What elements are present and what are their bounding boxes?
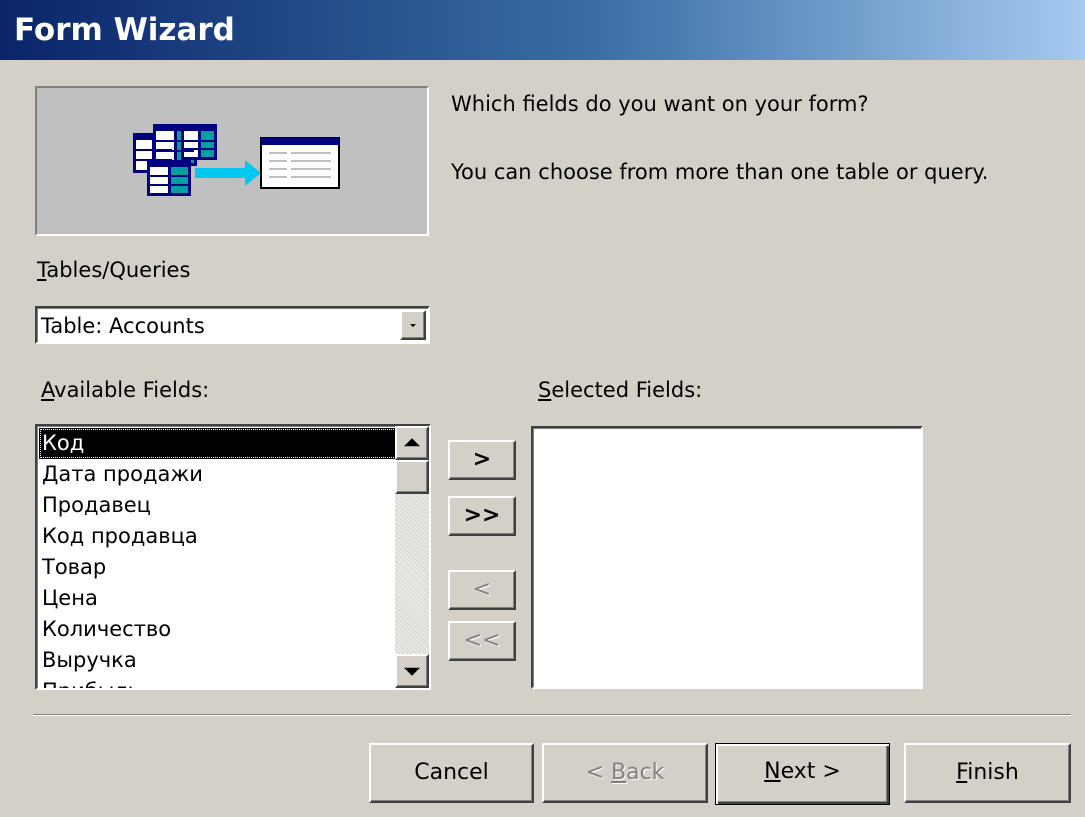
form-illustration-icon — [260, 137, 340, 189]
add-all-fields-button[interactable]: >> — [448, 496, 516, 536]
available-fields-hotkey: A — [41, 378, 55, 402]
list-item[interactable]: Дата продажи — [39, 459, 397, 490]
scroll-up-button[interactable] — [395, 426, 429, 460]
available-fields-scrollbar[interactable] — [395, 426, 429, 688]
selected-fields-label: Selected Fields: — [538, 378, 702, 402]
tables-queries-label: Tables/Queries — [37, 258, 190, 282]
next-button[interactable]: Next > — [715, 743, 890, 805]
available-fields-label: Available Fields: — [41, 378, 209, 402]
list-item[interactable]: Код — [39, 428, 397, 459]
footer-divider — [33, 714, 1071, 716]
selected-fields-label-text: elected Fields: — [551, 378, 703, 402]
tables-queries-label-text: ables/Queries — [46, 258, 191, 282]
tables-to-form-illustration-icon — [133, 124, 340, 196]
arrow-right-icon — [195, 160, 261, 186]
finish-button-hotkey: F — [956, 760, 968, 785]
finish-button[interactable]: Finish — [904, 743, 1071, 803]
prompt-hint: You can choose from more than one table … — [451, 160, 989, 184]
back-button-label: ack — [626, 760, 665, 785]
list-item[interactable]: Продавец — [39, 490, 397, 521]
remove-field-button[interactable]: < — [448, 570, 516, 610]
prompt-question: Which fields do you want on your form? — [451, 92, 869, 116]
tables-illustration-icon — [133, 124, 217, 196]
available-fields-list[interactable]: Код Дата продажи Продавец Код продавца Т… — [35, 424, 431, 690]
finish-button-label: inish — [967, 760, 1019, 785]
scroll-down-icon — [404, 667, 420, 676]
list-item[interactable]: Количество — [39, 614, 397, 645]
back-button-prefix: < — [585, 760, 611, 785]
selected-fields-hotkey: S — [538, 378, 552, 402]
next-button-label: ext > — [780, 759, 841, 784]
list-item[interactable]: Цена — [39, 583, 397, 614]
back-button[interactable]: < Back — [542, 743, 708, 803]
wizard-illustration — [35, 86, 429, 236]
remove-all-fields-button[interactable]: << — [448, 621, 516, 661]
list-item[interactable]: Выручка — [39, 645, 397, 676]
selected-fields-list[interactable] — [531, 426, 923, 689]
window-title: Form Wizard — [14, 12, 235, 48]
scroll-thumb[interactable] — [395, 460, 429, 494]
list-item[interactable]: Товар — [39, 552, 397, 583]
scroll-down-button[interactable] — [395, 654, 429, 688]
next-button-hotkey: N — [764, 759, 781, 784]
tables-queries-select[interactable]: Table: Accounts — [35, 306, 430, 344]
dropdown-arrow-icon — [410, 324, 416, 328]
tables-queries-hotkey: T — [37, 258, 47, 282]
list-item[interactable]: Прибыль — [39, 676, 397, 688]
back-button-hotkey: B — [611, 760, 627, 785]
scroll-up-icon — [404, 438, 420, 447]
cancel-button[interactable]: Cancel — [369, 743, 534, 803]
title-bar: Form Wizard — [0, 0, 1085, 60]
add-field-button[interactable]: > — [448, 440, 516, 480]
list-item[interactable]: Код продавца — [39, 521, 397, 552]
tables-queries-value: Table: Accounts — [41, 314, 205, 338]
available-fields-label-text: vailable Fields: — [54, 378, 210, 402]
dropdown-button[interactable] — [400, 310, 426, 340]
